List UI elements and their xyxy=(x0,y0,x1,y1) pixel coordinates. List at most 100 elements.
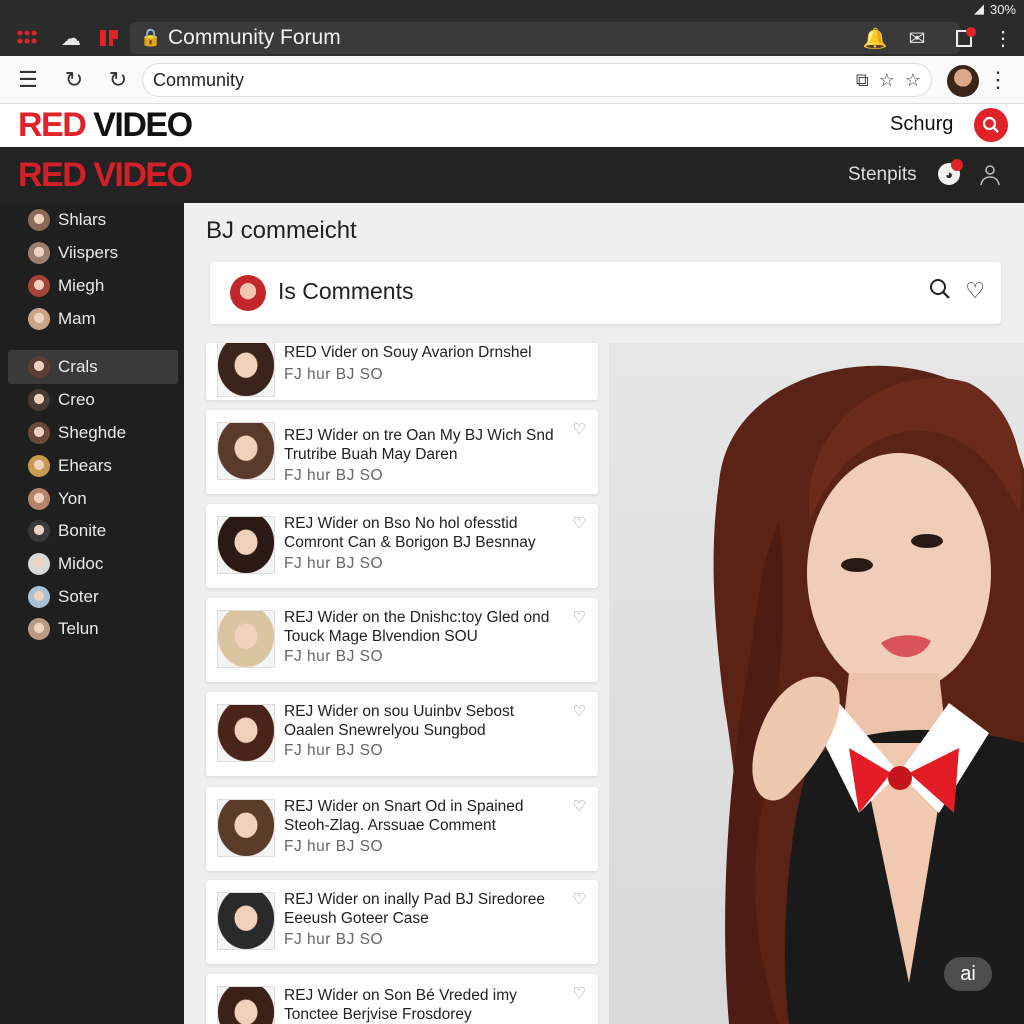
app-logo-icon[interactable] xyxy=(96,26,122,50)
cloud-icon[interactable]: ☁ xyxy=(58,26,84,50)
sidebar-item-ehears[interactable]: Ehears xyxy=(8,449,178,483)
sidebar-item-label: Shlars xyxy=(58,210,107,229)
reload-icon[interactable]: ↻ xyxy=(60,66,88,94)
list-item[interactable]: REJ Wider on tre Oan My BJ Wich Snd Trut… xyxy=(206,410,598,494)
heart-icon[interactable]: ♡ xyxy=(573,420,586,438)
sidebar-item-yon[interactable]: Yon xyxy=(8,482,178,516)
post-title[interactable]: RED Vider on Souy Avarion Drnshel xyxy=(284,343,564,362)
avatar xyxy=(28,275,50,297)
dark-nav-header: RED VIDEO Stenpits ◕ xyxy=(0,147,1024,203)
refresh-icon[interactable]: ↻ xyxy=(104,66,132,94)
search-icon[interactable] xyxy=(929,278,951,306)
heart-icon[interactable]: ♡ xyxy=(573,797,586,815)
post-title[interactable]: REJ Wider on sou Uuinbv Sebost Oaalen Sn… xyxy=(284,702,564,740)
chat-badge xyxy=(951,159,963,171)
address-bar[interactable]: Community ⧉ ☆ ☆ xyxy=(142,63,932,97)
avatar xyxy=(28,356,50,378)
tab-bar: ☁ 🔒 Community Forum 🔔 ✉ ⋮ xyxy=(0,18,1024,56)
sidebar-item-label: Ehears xyxy=(58,456,112,475)
heart-icon[interactable]: ♡ xyxy=(573,890,586,908)
avatar xyxy=(28,618,50,640)
sidebar-item-soter[interactable]: Soter xyxy=(8,580,178,614)
avatar xyxy=(28,488,50,510)
signal-icon: ◢ xyxy=(973,1,984,16)
sidebar-item-miegh[interactable]: Miegh xyxy=(8,269,178,303)
sidebar-item-label: Bonite xyxy=(58,521,107,540)
list-item[interactable]: RED Vider on Souy Avarion Drnshel FJ hur … xyxy=(206,343,598,400)
bell-icon[interactable]: 🔔 xyxy=(862,26,888,50)
site-header: RED VIDEO Schurg xyxy=(0,104,1024,147)
browser-toolbar: ☰ ↻ ↻ Community ⧉ ☆ ☆ ⋮ xyxy=(0,56,1024,104)
post-title[interactable]: REJ Wider on Snart Od in Spained Steoh-Z… xyxy=(284,797,564,835)
post-thumbnail xyxy=(217,610,275,668)
sidebar-item-sheghde[interactable]: Sheghde xyxy=(8,416,178,450)
avatar xyxy=(28,389,50,411)
sidebar-item-telun[interactable]: Telun xyxy=(8,612,178,646)
inbox-icon[interactable]: ✉ xyxy=(904,26,930,50)
search-icon[interactable] xyxy=(974,108,1008,142)
notification-icon[interactable] xyxy=(952,26,978,50)
page-title: BJ commeicht xyxy=(206,217,357,244)
site-logo[interactable]: RED VIDEO xyxy=(18,106,193,145)
list-item[interactable]: REJ Wider on Snart Od in Spained Steoh-Z… xyxy=(206,787,598,871)
sidebar-item-creo[interactable]: Creo xyxy=(8,383,178,417)
post-title[interactable]: REJ Wider on the Dnishc:toy Gled ond Tou… xyxy=(284,608,564,646)
heart-icon[interactable]: ♡ xyxy=(573,984,586,1002)
sidebar-item-label: Crals xyxy=(58,357,98,376)
post-thumbnail xyxy=(217,516,275,574)
settings-link[interactable]: Stenpits xyxy=(848,164,917,186)
bookmark-star-icon[interactable]: ☆ xyxy=(879,64,895,96)
sidebar-item-mam[interactable]: Mam xyxy=(8,302,178,336)
profile-avatar[interactable] xyxy=(947,65,979,97)
post-title[interactable]: REJ Wider on Bso No hol ofesstid Comront… xyxy=(284,514,564,552)
lock-icon: 🔒 xyxy=(140,28,162,47)
active-tab[interactable]: 🔒 Community Forum xyxy=(130,22,960,54)
address-text: Community xyxy=(153,70,245,90)
battery-level: 30% xyxy=(989,1,1016,17)
heart-icon[interactable]: ♡ xyxy=(573,702,586,720)
ai-badge[interactable]: ai xyxy=(944,957,992,991)
list-item[interactable]: REJ Wider on the Dnishc:toy Gled ond Tou… xyxy=(206,598,598,682)
list-item[interactable]: REJ Wider on inally Pad BJ Siredoree Eee… xyxy=(206,880,598,964)
avatar xyxy=(28,308,50,330)
sidebar-item-viispers[interactable]: Viispers xyxy=(8,236,178,270)
hamburger-menu-icon[interactable]: ☰ xyxy=(14,66,42,94)
sidebar-item-shlars[interactable]: Shlars xyxy=(8,203,178,237)
share-icon[interactable]: ⧉ xyxy=(856,64,869,96)
post-meta: FJ hur BJ SO xyxy=(284,467,384,484)
search-label[interactable]: Schurg xyxy=(890,113,953,136)
post-title[interactable]: REJ Wider on tre Oan My BJ Wich Snd Trut… xyxy=(284,426,564,464)
post-title[interactable]: REJ Wider on inally Pad BJ Siredoree Eee… xyxy=(284,890,564,928)
avatar xyxy=(28,553,50,575)
post-meta: FJ hur BJ SO xyxy=(284,648,384,665)
user-icon[interactable] xyxy=(978,163,1002,187)
apps-grid-icon[interactable] xyxy=(16,26,42,50)
comments-avatar xyxy=(230,275,266,311)
post-thumbnail xyxy=(217,892,275,950)
featured-image xyxy=(609,343,1024,1024)
sidebar-item-label: Yon xyxy=(58,489,87,508)
post-title[interactable]: REJ Wider on Son Bé Vreded imy Tonctee B… xyxy=(284,986,564,1024)
sidebar-item-label: Viispers xyxy=(58,243,119,262)
heart-icon[interactable]: ♡ xyxy=(965,278,985,306)
avatar xyxy=(28,520,50,542)
sidebar-item-midoc[interactable]: Midoc xyxy=(8,547,178,581)
sidebar-item-label: Creo xyxy=(58,390,95,409)
post-thumbnail xyxy=(217,343,275,397)
sidebar-item-bonite[interactable]: Bonite xyxy=(8,514,178,548)
toolbar-more-icon[interactable]: ⋮ xyxy=(984,66,1012,94)
dark-header-logo[interactable]: RED VIDEO xyxy=(18,156,193,195)
list-item[interactable]: REJ Wider on Bso No hol ofesstid Comront… xyxy=(206,504,598,588)
sidebar-item-label: Midoc xyxy=(58,554,104,573)
heart-icon[interactable]: ♡ xyxy=(573,608,586,626)
list-item[interactable]: REJ Wider on Son Bé Vreded imy Tonctee B… xyxy=(206,974,598,1024)
favorites-star-icon[interactable]: ☆ xyxy=(905,64,921,96)
sidebar-item-crals[interactable]: Crals xyxy=(8,350,178,384)
comments-header-card: Is Comments ♡ xyxy=(210,262,1001,324)
list-item[interactable]: REJ Wider on sou Uuinbv Sebost Oaalen Sn… xyxy=(206,692,598,776)
sidebar-item-label: Mam xyxy=(58,309,96,328)
avatar xyxy=(28,422,50,444)
heart-icon[interactable]: ♡ xyxy=(573,514,586,532)
more-menu-icon[interactable]: ⋮ xyxy=(990,26,1016,50)
avatar xyxy=(28,586,50,608)
